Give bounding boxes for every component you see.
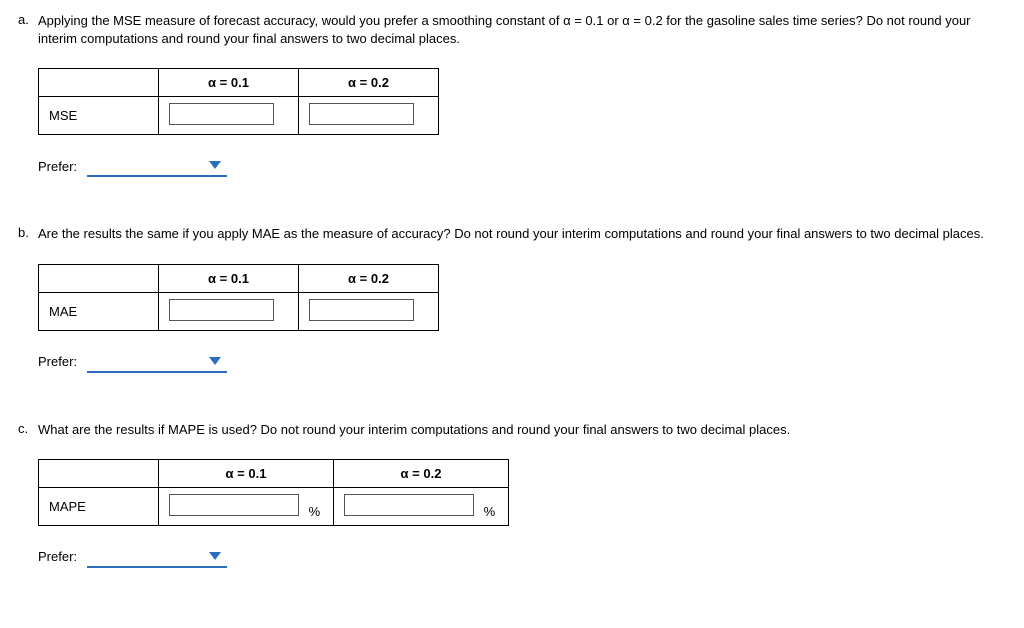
question-a-body: Applying the MSE measure of forecast acc… (38, 12, 1006, 205)
mape-table-corner (39, 459, 159, 487)
mse-input-alpha02-cell (299, 97, 439, 135)
mape-input-alpha01-cell: % (159, 487, 334, 525)
mae-table: α = 0.1 α = 0.2 MAE (38, 264, 439, 331)
mse-header-alpha01: α = 0.1 (159, 69, 299, 97)
mse-table-corner (39, 69, 159, 97)
mse-input-alpha01[interactable] (169, 103, 274, 125)
prefer-b-label: Prefer: (38, 354, 77, 369)
chevron-down-icon (209, 161, 221, 169)
mae-table-corner (39, 264, 159, 292)
question-b-marker: b. (18, 225, 38, 400)
mape-input-alpha01[interactable] (169, 494, 299, 516)
chevron-down-icon (209, 357, 221, 365)
chevron-down-icon (209, 552, 221, 560)
question-c-body: What are the results if MAPE is used? Do… (38, 421, 1006, 596)
question-c: c. What are the results if MAPE is used?… (18, 421, 1006, 596)
mape-pct-1: % (309, 504, 321, 519)
mape-pct-2: % (484, 504, 496, 519)
mse-input-alpha02[interactable] (309, 103, 414, 125)
prefer-b-row: Prefer: (38, 351, 1006, 373)
mape-input-alpha02[interactable] (344, 494, 474, 516)
question-a: a. Applying the MSE measure of forecast … (18, 12, 1006, 205)
prefer-c-row: Prefer: (38, 546, 1006, 568)
question-c-text: What are the results if MAPE is used? Do… (38, 421, 1006, 439)
question-b: b. Are the results the same if you apply… (18, 225, 1006, 400)
question-a-text: Applying the MSE measure of forecast acc… (38, 12, 1006, 48)
prefer-b-select[interactable] (87, 351, 227, 373)
mae-header-alpha02: α = 0.2 (299, 264, 439, 292)
question-b-text: Are the results the same if you apply MA… (38, 225, 1006, 243)
prefer-c-label: Prefer: (38, 549, 77, 564)
prefer-c-select[interactable] (87, 546, 227, 568)
prefer-a-label: Prefer: (38, 159, 77, 174)
mse-table: α = 0.1 α = 0.2 MSE (38, 68, 439, 135)
mape-row-label: MAPE (39, 487, 159, 525)
prefer-a-select[interactable] (87, 155, 227, 177)
mae-input-alpha01-cell (159, 292, 299, 330)
mape-input-alpha02-cell: % (334, 487, 509, 525)
question-a-marker: a. (18, 12, 38, 205)
mae-input-alpha01[interactable] (169, 299, 274, 321)
question-b-body: Are the results the same if you apply MA… (38, 225, 1006, 400)
mape-header-alpha01: α = 0.1 (159, 459, 334, 487)
question-c-marker: c. (18, 421, 38, 596)
mae-input-alpha02[interactable] (309, 299, 414, 321)
mape-table: α = 0.1 α = 0.2 MAPE % % (38, 459, 509, 526)
mae-header-alpha01: α = 0.1 (159, 264, 299, 292)
mape-header-alpha02: α = 0.2 (334, 459, 509, 487)
mae-row-label: MAE (39, 292, 159, 330)
mse-input-alpha01-cell (159, 97, 299, 135)
mae-input-alpha02-cell (299, 292, 439, 330)
prefer-a-row: Prefer: (38, 155, 1006, 177)
mse-row-label: MSE (39, 97, 159, 135)
mse-header-alpha02: α = 0.2 (299, 69, 439, 97)
